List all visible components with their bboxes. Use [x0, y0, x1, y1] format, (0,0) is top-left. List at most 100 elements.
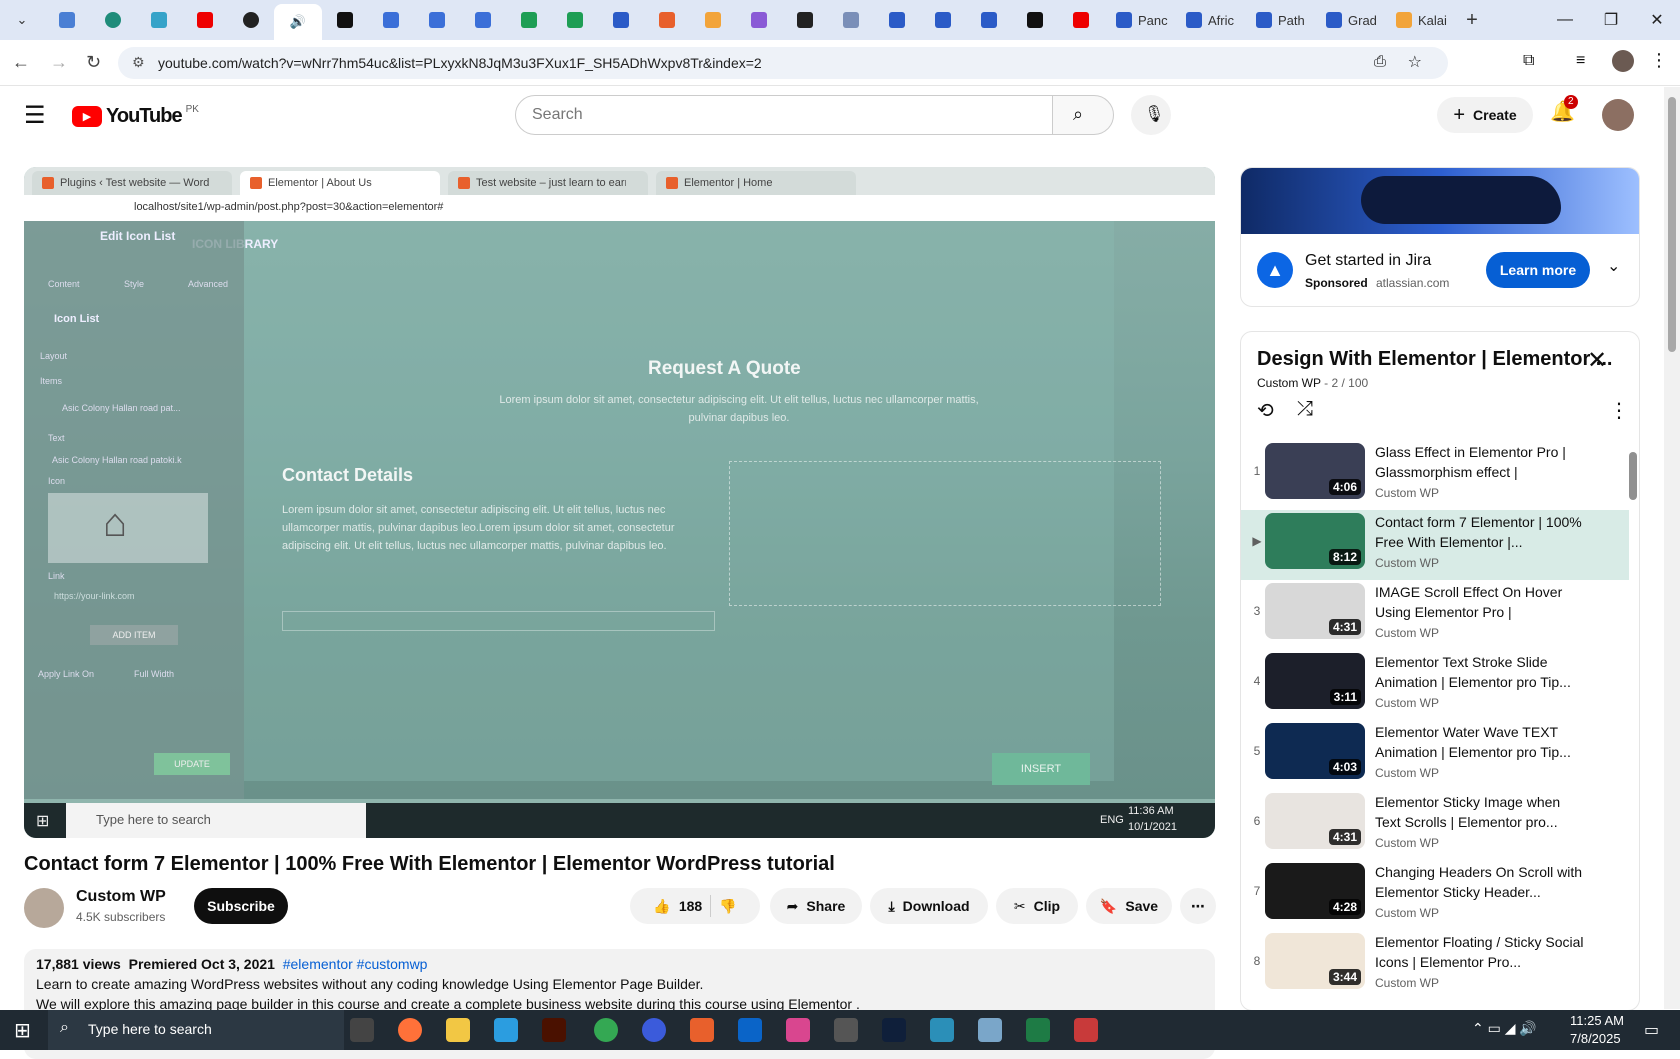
share-button[interactable]: ➦ Share	[770, 888, 862, 924]
browser-tab[interactable]	[414, 4, 460, 36]
illustrator-icon[interactable]	[542, 1018, 566, 1042]
browser-tab[interactable]	[506, 4, 552, 36]
maximize-button[interactable]: ❐	[1588, 0, 1634, 40]
media-control-icon[interactable]: ≡	[1576, 52, 1585, 70]
browser-tab[interactable]: Grad	[1314, 4, 1384, 36]
browser-tab[interactable]	[228, 4, 274, 36]
notifications-button[interactable]: 🔔 2	[1550, 95, 1578, 124]
save-button[interactable]: 🔖 Save	[1086, 888, 1172, 924]
browser-tab[interactable]	[690, 4, 736, 36]
browser-tab[interactable]	[182, 4, 228, 36]
back-arrow-icon[interactable]: ←	[12, 52, 30, 73]
browser-tab[interactable]	[782, 4, 828, 36]
more-vertical-icon[interactable]: ⋮	[1609, 398, 1629, 423]
voice-search-button[interactable]: 🎙	[1131, 95, 1171, 135]
more-actions-button[interactable]: ⋯	[1180, 888, 1216, 924]
zoom-icon[interactable]	[642, 1018, 666, 1042]
tab-search-button[interactable]: ⌄	[0, 4, 44, 36]
playlist-item[interactable]: 5 4:03 Elementor Water Wave TEXT Animati…	[1241, 720, 1629, 790]
taskbar-app-icon[interactable]	[930, 1018, 954, 1042]
browser-tab[interactable]	[1012, 4, 1058, 36]
playlist-item[interactable]: 6 4:31 Elementor Sticky Image when Text …	[1241, 790, 1629, 860]
tray-icons[interactable]: ⌃ ▭ ◢ 🔊	[1472, 1020, 1537, 1037]
shuffle-icon[interactable]: ⤮	[1297, 398, 1313, 421]
vscode-icon[interactable]	[494, 1018, 518, 1042]
taskbar-app-icon[interactable]	[1074, 1018, 1098, 1042]
browser-tab[interactable]: Path	[1244, 4, 1314, 36]
browser-tab[interactable]: Afric	[1174, 4, 1244, 36]
learn-more-button[interactable]: Learn more	[1486, 252, 1590, 288]
loop-icon[interactable]: ⟲	[1257, 398, 1274, 423]
browser-tab[interactable]	[552, 4, 598, 36]
sponsored-ad[interactable]: ▲ Get started in Jira Sponsored atlassia…	[1240, 167, 1640, 307]
subscribe-button[interactable]: Subscribe	[194, 888, 288, 924]
browser-tab[interactable]	[44, 4, 90, 36]
search-input[interactable]: Search	[515, 95, 1053, 135]
chevron-down-icon[interactable]: ⌄	[1607, 256, 1620, 276]
browser-tab[interactable]	[874, 4, 920, 36]
new-tab-button[interactable]: +	[1454, 4, 1490, 36]
dislike-button[interactable]: 👎	[719, 898, 736, 915]
create-button[interactable]: + Create	[1437, 97, 1533, 133]
browser-tab[interactable]	[136, 4, 182, 36]
profile-avatar[interactable]	[1612, 50, 1634, 72]
file-explorer-icon[interactable]	[446, 1018, 470, 1042]
minimize-button[interactable]: —	[1542, 0, 1588, 40]
browser-tab[interactable]	[828, 4, 874, 36]
task-view-icon[interactable]	[350, 1018, 374, 1042]
taskbar-search[interactable]: ⌕ Type here to search	[48, 1010, 344, 1050]
hamburger-menu-icon[interactable]: ☰	[24, 101, 46, 130]
action-center-icon[interactable]: ▭	[1644, 1020, 1659, 1040]
video-player[interactable]: Plugins ‹ Test website — WordPr... Eleme…	[24, 167, 1215, 838]
channel-name[interactable]: Custom WP	[76, 888, 166, 906]
playlist-item[interactable]: 4 3:11 Elementor Text Stroke Slide Anima…	[1241, 650, 1629, 720]
site-info-icon[interactable]: ⚙	[132, 54, 145, 71]
hashtags[interactable]: #elementor #customwp	[283, 956, 428, 972]
playlist-item[interactable]: 7 4:28 Changing Headers On Scroll with E…	[1241, 860, 1629, 930]
url-bar[interactable]: ⚙ youtube.com/watch?v=wNrr7hm54uc&list=P…	[118, 47, 1448, 79]
firefox-icon[interactable]	[398, 1018, 422, 1042]
close-icon[interactable]: ✕	[1587, 346, 1607, 375]
reload-icon[interactable]: ↻	[86, 52, 101, 73]
browser-tab[interactable]	[966, 4, 1012, 36]
excel-icon[interactable]	[1026, 1018, 1050, 1042]
like-button[interactable]: 👍 188	[653, 898, 702, 915]
youtube-logo[interactable]: ▶ YouTube PK	[72, 104, 199, 128]
playlist-item[interactable]: 8 3:44 Elementor Floating / Sticky Socia…	[1241, 930, 1629, 1000]
page-scrollbar[interactable]	[1664, 87, 1680, 1009]
playlist-item-current[interactable]: ▶ 8:12 Contact form 7 Elementor | 100% F…	[1241, 510, 1629, 580]
extensions-icon[interactable]: ⧉	[1523, 52, 1534, 70]
xampp-icon[interactable]	[690, 1018, 714, 1042]
playlist-title[interactable]: Design With Elementor | Elementor ...	[1257, 348, 1612, 371]
bookmark-star-icon[interactable]: ☆	[1408, 52, 1422, 72]
clip-button[interactable]: ✂ Clip	[996, 888, 1078, 924]
browser-tab[interactable]	[90, 4, 136, 36]
photoshop-icon[interactable]	[882, 1018, 906, 1042]
playlist-item[interactable]: 1 4:06 Glass Effect in Elementor Pro | G…	[1241, 440, 1629, 510]
channel-avatar[interactable]	[24, 888, 64, 928]
close-window-button[interactable]: ✕	[1634, 0, 1680, 40]
browser-tab[interactable]	[736, 4, 782, 36]
browser-tab[interactable]	[598, 4, 644, 36]
scrollbar-thumb[interactable]	[1629, 452, 1637, 500]
browser-tab[interactable]	[368, 4, 414, 36]
playlist-item[interactable]: 3 4:31 IMAGE Scroll Effect On Hover Usin…	[1241, 580, 1629, 650]
windows-start-icon[interactable]: ⊞	[14, 1018, 31, 1043]
browser-tab[interactable]	[1058, 4, 1104, 36]
taskbar-app-icon[interactable]	[786, 1018, 810, 1042]
account-avatar[interactable]	[1602, 99, 1634, 131]
browser-tab[interactable]: Kalai	[1384, 4, 1454, 36]
search-button[interactable]: ⌕	[1052, 95, 1114, 135]
taskbar-app-icon[interactable]	[978, 1018, 1002, 1042]
browser-tab[interactable]: Panc	[1104, 4, 1174, 36]
playlist-channel[interactable]: Custom WP	[1257, 376, 1321, 390]
chrome-icon[interactable]	[594, 1018, 618, 1042]
download-button[interactable]: ⤓ Download	[870, 888, 988, 924]
playlist-scrollbar[interactable]	[1629, 440, 1637, 1000]
page-scrollbar-thumb[interactable]	[1668, 97, 1676, 352]
browser-tab-active[interactable]: 🔊	[274, 4, 322, 40]
browser-tab[interactable]	[644, 4, 690, 36]
browser-tab[interactable]	[920, 4, 966, 36]
browser-tab[interactable]	[322, 4, 368, 36]
outlook-icon[interactable]	[738, 1018, 762, 1042]
